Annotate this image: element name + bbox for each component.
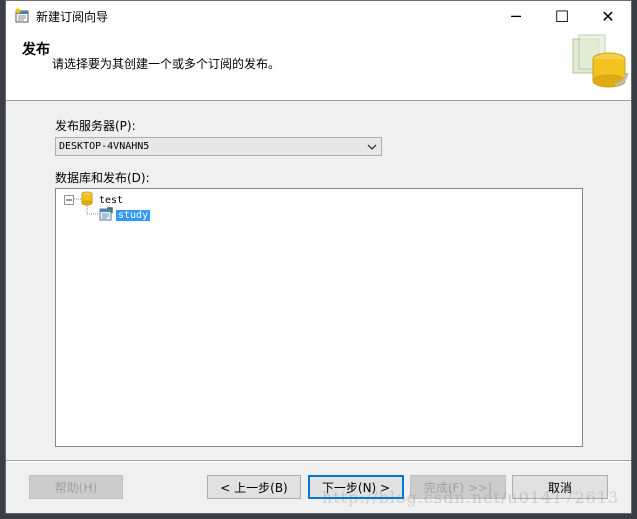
back-button[interactable]: < 上一步(B) [207,475,301,499]
maximize-button[interactable]: ☐ [539,1,585,31]
publisher-select[interactable]: DESKTOP-4VNAHN5 [55,137,382,156]
minimize-button[interactable]: ─ [493,1,539,31]
publisher-label: 发布服务器(P): [55,119,136,133]
wizard-app-icon [14,8,30,24]
wizard-window: 新建订阅向导 ─ ☐ ✕ 发布 请选择要为其创建一个或多个订阅的发布。 发布服务… [5,0,632,514]
database-name: test [99,194,124,206]
collapse-toggle-icon[interactable] [64,194,74,208]
tree-item-publication[interactable]: study [99,207,151,224]
page-header: 发布 请选择要为其创建一个或多个订阅的发布。 [6,31,631,101]
chevron-down-icon [367,141,377,151]
close-button[interactable]: ✕ [585,1,631,31]
databases-label: 数据库和发布(D): [55,171,150,185]
publication-icon [99,207,113,224]
footer-divider-highlight [6,461,631,462]
page-description: 请选择要为其创建一个或多个订阅的发布。 [52,57,281,71]
wizard-database-icon [571,33,631,97]
database-icon [81,191,93,209]
publication-name: study [116,210,151,221]
database-publication-tree[interactable]: test study [55,188,583,447]
publisher-select-value: DESKTOP-4VNAHN5 [59,141,150,152]
help-button[interactable]: 帮助(H) [29,475,123,499]
page-title: 发布 [22,42,50,58]
title-bar: 新建订阅向导 ─ ☐ ✕ [6,1,631,31]
watermark-text: http://blog.csdn.net/u014172613 [322,488,620,507]
window-title: 新建订阅向导 [36,10,109,24]
